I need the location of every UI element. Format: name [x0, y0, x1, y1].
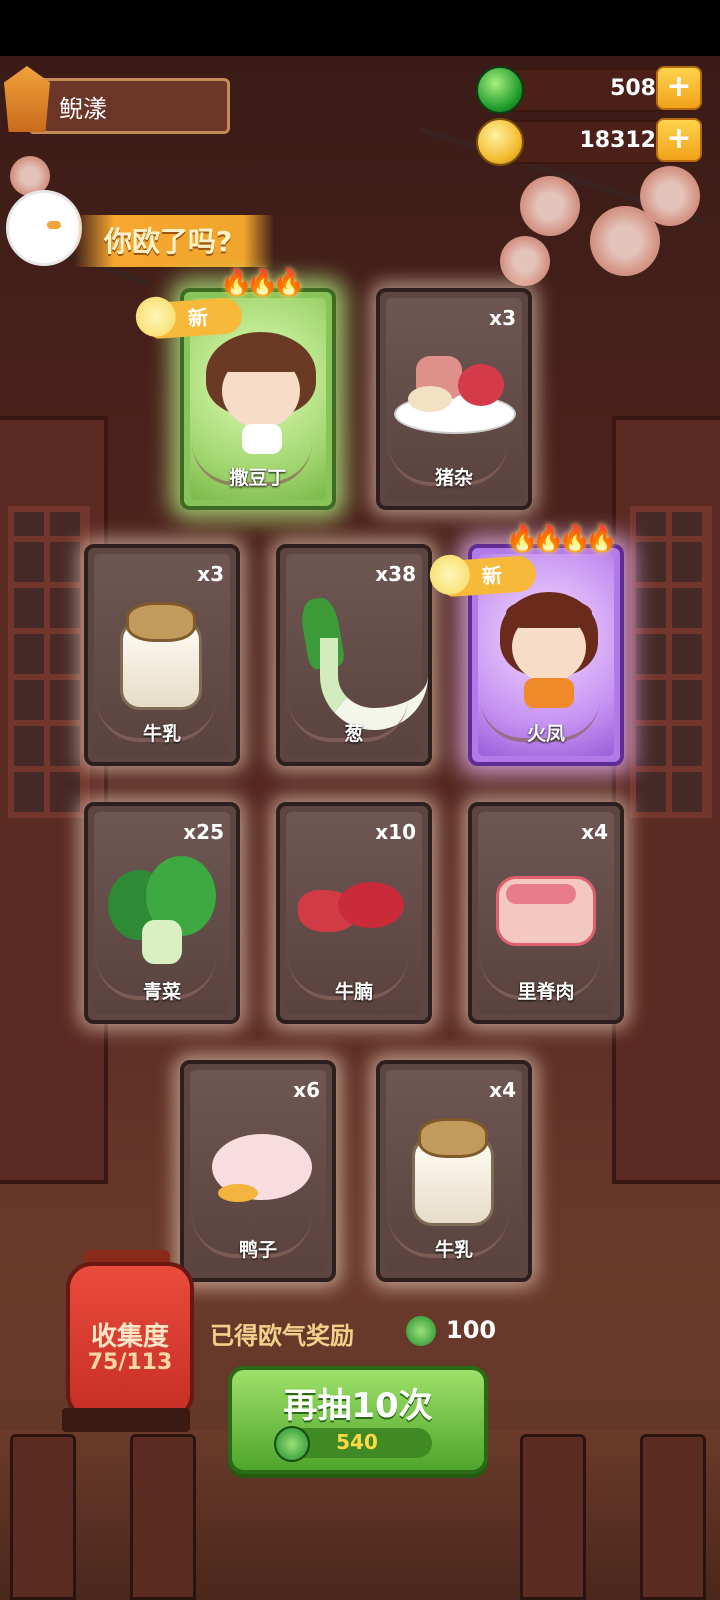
result-card-item[interactable]: x25 青菜	[84, 802, 240, 1024]
collection-progress: 75/113	[87, 1350, 173, 1375]
milk-jar-icon	[404, 1114, 504, 1226]
fence-post	[130, 1434, 196, 1600]
coin-amount: 18312	[579, 128, 656, 153]
card-quantity: x10	[375, 820, 416, 844]
result-card-item[interactable]: x3 牛乳	[84, 544, 240, 766]
tenderloin-icon	[492, 866, 602, 946]
status-bar	[0, 0, 720, 56]
card-label: 牛腩	[334, 981, 373, 1003]
beef-brisket-icon	[298, 876, 408, 946]
card-label: 青菜	[142, 981, 181, 1003]
bok-choy-icon	[102, 850, 222, 970]
collection-lantern[interactable]: 收集度 75/113	[66, 1262, 194, 1420]
fence-post	[520, 1434, 586, 1600]
card-label: 葱	[344, 723, 364, 745]
card-quantity: x4	[581, 820, 608, 844]
gold-coin-icon	[476, 118, 524, 166]
card-label: 鸭子	[238, 1239, 277, 1261]
new-badge: 新	[134, 295, 244, 340]
right-window-lattice	[630, 506, 712, 818]
card-quantity: x38	[375, 562, 416, 586]
result-card-item[interactable]: x3 猪杂	[376, 288, 532, 510]
duck-icon	[198, 1124, 318, 1214]
luck-reward-value: 100	[446, 1316, 497, 1344]
draw-ten-again-button[interactable]: 再抽10次 540	[228, 1366, 488, 1474]
card-quantity: x4	[489, 1078, 516, 1102]
blossom-flower	[500, 236, 550, 286]
player-name: 鲵漾	[59, 95, 107, 123]
new-badge: 新	[428, 553, 538, 598]
result-card-item[interactable]: x10 牛腩	[276, 802, 432, 1024]
card-label: 牛乳	[434, 1239, 473, 1261]
character-portrait	[206, 332, 316, 454]
card-label: 猪杂	[434, 467, 473, 489]
milk-jar-icon	[112, 598, 212, 710]
rarity-flame-icons: 🔥🔥🔥	[220, 268, 305, 298]
result-card-item[interactable]: x4 牛乳	[376, 1060, 532, 1282]
chick-mascot-icon	[6, 190, 82, 266]
card-label: 牛乳	[142, 723, 181, 745]
result-card-item[interactable]: x38 葱	[276, 544, 432, 766]
card-label: 撒豆丁	[229, 467, 287, 489]
add-jade-button[interactable]: +	[656, 66, 702, 110]
scallion-icon	[298, 595, 428, 730]
lantern-stand	[62, 1408, 190, 1432]
character-portrait	[494, 588, 604, 708]
card-quantity: x25	[183, 820, 224, 844]
left-window-lattice	[8, 506, 90, 818]
card-quantity: x6	[293, 1078, 320, 1102]
card-label: 火凤	[526, 723, 565, 745]
card-quantity: x3	[489, 306, 516, 330]
blossom-flower	[520, 176, 580, 236]
result-card-item[interactable]: x6 鸭子	[180, 1060, 336, 1282]
result-card-item[interactable]: x4 里脊肉	[468, 802, 624, 1024]
player-name-plate[interactable]: 鲵漾	[28, 78, 230, 134]
fence-post	[10, 1434, 76, 1600]
luck-reward-label: 已得欧气奖励	[210, 1322, 354, 1350]
banner-title: 你欧了吗?	[104, 225, 233, 258]
pork-offal-icon	[394, 346, 516, 436]
jade-coin-icon	[274, 1426, 310, 1462]
card-quantity: x3	[197, 562, 224, 586]
jade-amount: 508	[610, 76, 656, 101]
card-label: 里脊肉	[517, 981, 575, 1003]
add-coins-button[interactable]: +	[656, 118, 702, 162]
draw-button-label: 再抽10次	[283, 1386, 433, 1426]
rarity-flame-icons: 🔥🔥🔥🔥	[506, 524, 617, 554]
jade-coin-icon	[476, 66, 524, 114]
collection-title: 收集度	[90, 1322, 169, 1352]
blossom-flower	[640, 166, 700, 226]
fence-post	[640, 1434, 706, 1600]
jade-coin-icon	[406, 1316, 436, 1346]
